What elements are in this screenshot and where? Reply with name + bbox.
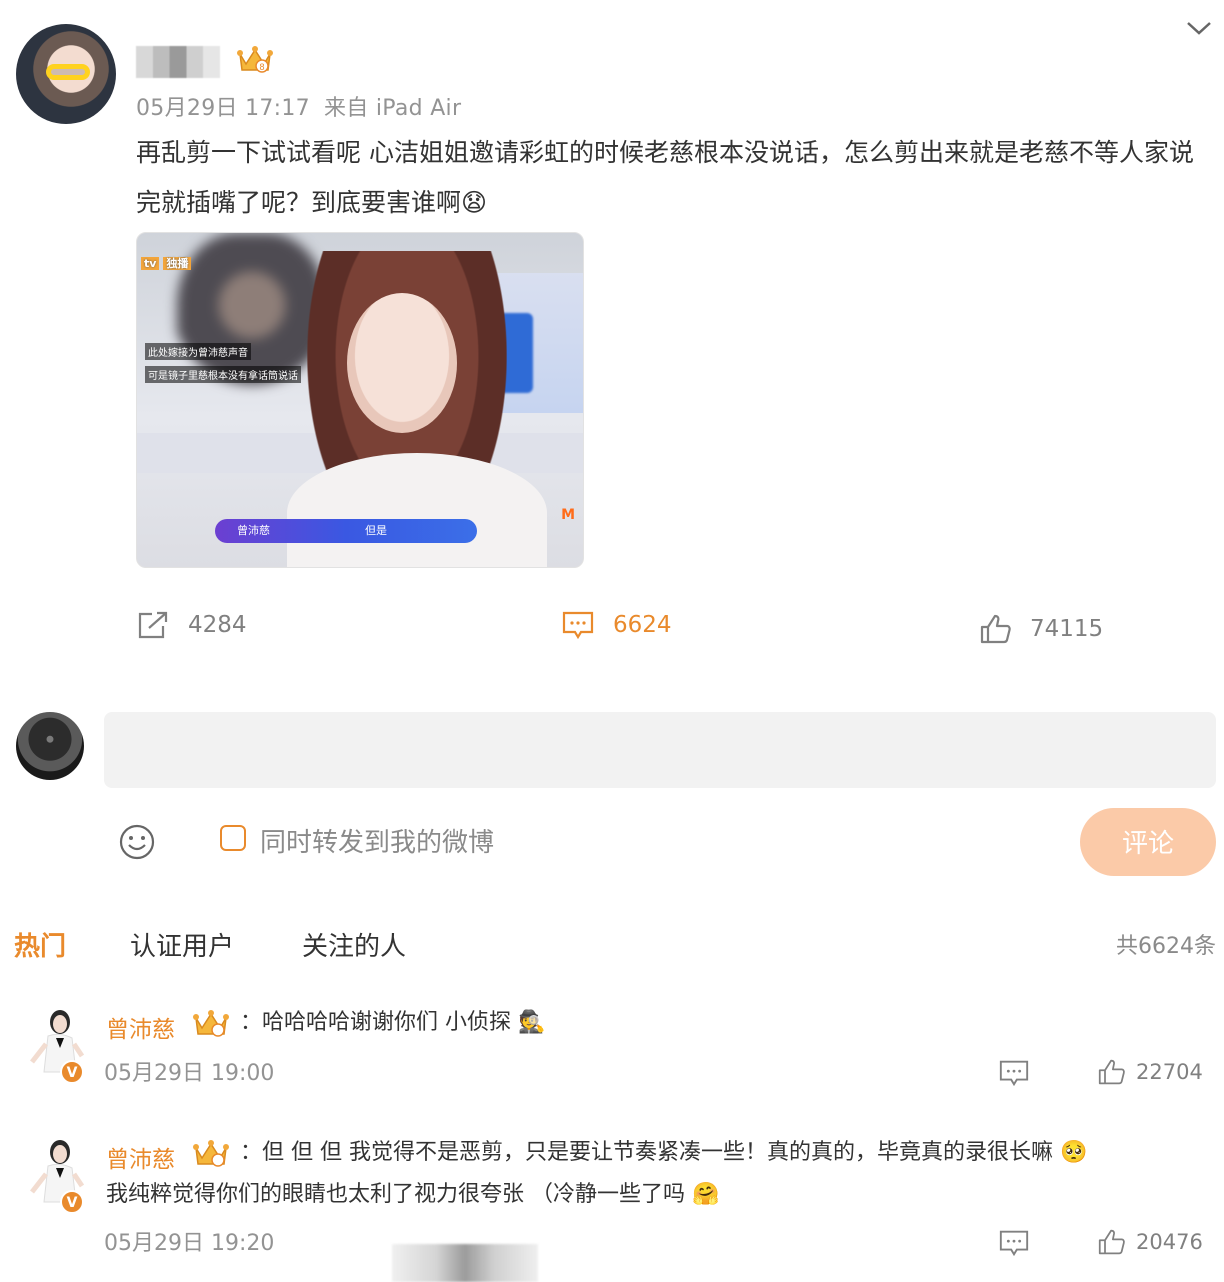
tab-following[interactable]: 关注的人 [302,926,406,963]
comment-text: ：哈哈哈哈谢谢你们 小侦探 🕵 [240,1002,545,1044]
crown-badge-icon[interactable] [192,1008,230,1038]
tab-hot[interactable]: 热门 [14,926,66,963]
chevron-down-icon[interactable] [1186,18,1212,38]
comment-text: ：但 但 但 我觉得不是恶剪，只是要让节奏紧凑一些！真的真的，毕竟真的录很长嘛 … [240,1132,1087,1174]
like-icon [980,614,1011,644]
crown-badge-icon[interactable]: 8 [236,44,274,74]
comment-timestamp: 05月29日 19:20 [104,1231,275,1256]
comment-timestamp: 05月29日 19:00 [104,1061,275,1086]
comment-text-continued: 我纯粹觉得你们的眼睛也太利了视力很夸张 （冷静一些了吗 🤗 [106,1174,1206,1216]
repost-checkbox-label[interactable]: 同时转发到我的微博 [260,822,494,859]
post-video-thumbnail[interactable]: tv 独播 此处嫁接为曾沛慈声音 可是镜子里慈根本没有拿话筒说话 曾沛慈 但是 M [136,232,584,568]
video-caption-1: 此处嫁接为曾沛慈声音 [145,343,251,360]
comment-like-count: 20476 [1136,1230,1203,1254]
like-icon [1098,1229,1125,1255]
comment-input[interactable] [104,712,1216,788]
comment-text-body: ：但 但 但 我觉得不是恶剪，只是要让节奏紧凑一些！真的真的，毕竟真的录很长嘛 [240,1140,1053,1165]
comment-reply-icon[interactable] [998,1228,1030,1258]
verified-badge-icon: V [60,1060,84,1084]
repost-count: 4284 [188,612,247,638]
comment-like-count: 22704 [1136,1060,1203,1084]
comment-count: 6624 [613,612,672,638]
like-icon [1098,1059,1125,1085]
author-avatar[interactable] [16,24,116,124]
corner-logo: M [561,507,575,523]
author-name-blurred[interactable] [136,46,220,78]
my-avatar[interactable] [16,712,84,780]
svg-text:8: 8 [259,62,264,72]
post-source: 来自 iPad Air [323,96,462,121]
tab-verified-users[interactable]: 认证用户 [130,926,234,963]
person-shirt [287,453,547,567]
pleading-emoji-icon: 🥺 [1059,1140,1088,1165]
video-caption-2: 可是镜子里慈根本没有拿话筒说话 [145,366,301,383]
video-subtitle-bar: 曾沛慈 但是 [215,519,477,543]
repost-checkbox[interactable] [220,825,246,851]
verified-badge-icon: V [60,1190,84,1214]
hug-emoji-icon: 🤗 [692,1182,720,1207]
post-timestamp[interactable]: 05月29日 17:17 [136,96,310,121]
comment-author-name[interactable]: 曾沛慈 [106,1010,175,1044]
like-count: 74115 [1030,616,1104,642]
detective-emoji-icon: 🕵 [518,1010,546,1035]
tv-logo-tag: 独播 [163,257,192,270]
comment-button[interactable]: 6624 [561,608,672,642]
video-subtitle-name: 曾沛慈 [237,524,270,537]
comment-like-button[interactable]: 20476 [1098,1228,1203,1256]
comment-icon [562,611,594,640]
comment-author-name[interactable]: 曾沛慈 [106,1140,175,1174]
comment-reply-icon[interactable] [998,1058,1030,1088]
video-subtitle-text: 但是 [365,524,387,537]
repost-button[interactable]: 4284 [136,608,247,642]
repost-icon [138,611,168,639]
watermark-blurred [392,1244,538,1282]
comment-like-button[interactable]: 22704 [1098,1058,1203,1086]
comment-text-body: ：哈哈哈哈谢谢你们 小侦探 [240,1010,511,1035]
person-face [347,293,457,433]
avatar-glasses-decoration [46,64,90,80]
like-button[interactable]: 74115 [980,612,1103,646]
post-text: 再乱剪一下试试看呢 心洁姐姐邀请彩虹的时候老慈根本没说话，怎么剪出来就是老慈不等… [136,138,1194,217]
crown-badge-icon[interactable] [192,1138,230,1168]
comment-total: 共6624条 [1116,934,1216,959]
emoji-icon[interactable] [118,823,156,861]
post-meta: 05月29日 17:17 来自 iPad Air [136,90,461,122]
tv-logo-text: tv [141,257,160,270]
tv-logo: tv 独播 [137,255,192,271]
comment-text-body-2: 我纯粹觉得你们的眼睛也太利了视力很夸张 （冷静一些了吗 [106,1182,685,1207]
submit-comment-button[interactable]: 评论 [1080,808,1216,876]
background-person [177,233,327,413]
